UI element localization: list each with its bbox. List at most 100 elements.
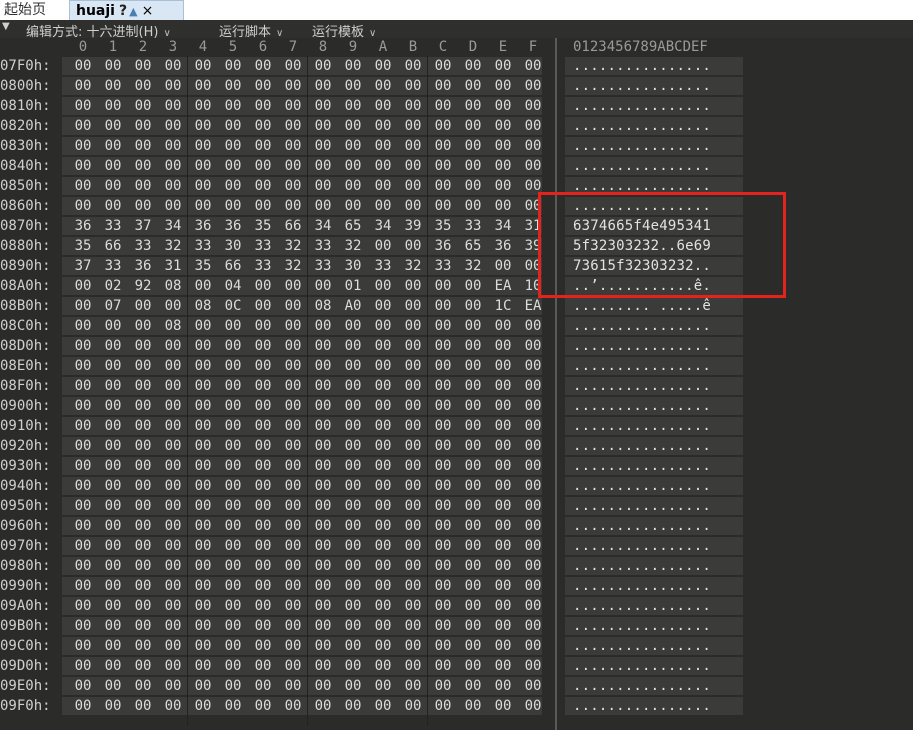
hex-byte-cell[interactable]: 00 bbox=[158, 356, 188, 376]
hex-byte-cell[interactable]: 00 bbox=[98, 536, 128, 556]
hex-byte-cell[interactable]: 00 bbox=[338, 656, 368, 676]
hex-byte-cell[interactable]: 00 bbox=[338, 396, 368, 416]
hex-byte-cell[interactable]: 00 bbox=[248, 176, 278, 196]
hex-byte-cell[interactable]: 35 bbox=[248, 216, 278, 236]
ascii-text[interactable]: ................ bbox=[573, 156, 711, 176]
hex-byte-cell[interactable]: 00 bbox=[98, 176, 128, 196]
hex-byte-cell[interactable]: 00 bbox=[158, 196, 188, 216]
hex-byte-cell[interactable]: 07 bbox=[98, 296, 128, 316]
hex-byte-cell[interactable]: 00 bbox=[248, 616, 278, 636]
hex-byte-cell[interactable]: 00 bbox=[248, 476, 278, 496]
hex-byte-cell[interactable]: 00 bbox=[458, 536, 488, 556]
hex-byte-cell[interactable]: 00 bbox=[428, 376, 458, 396]
hex-byte-cell[interactable]: 00 bbox=[428, 696, 458, 716]
hex-byte-cell[interactable]: 00 bbox=[488, 316, 518, 336]
hex-byte-cell[interactable]: 00 bbox=[428, 56, 458, 76]
hex-byte-cell[interactable]: 00 bbox=[128, 496, 158, 516]
hex-byte-cell[interactable]: 00 bbox=[488, 616, 518, 636]
hex-byte-cell[interactable]: 00 bbox=[98, 456, 128, 476]
hex-byte-cell[interactable]: 00 bbox=[128, 476, 158, 496]
ascii-text[interactable]: ................ bbox=[573, 56, 711, 76]
ascii-text[interactable]: ................ bbox=[573, 616, 711, 636]
hex-byte-cell[interactable]: 00 bbox=[128, 396, 158, 416]
hex-byte-cell[interactable]: 00 bbox=[128, 56, 158, 76]
ascii-text[interactable]: ................ bbox=[573, 356, 711, 376]
hex-byte-cell[interactable]: 37 bbox=[68, 256, 98, 276]
hex-byte-cell[interactable]: 00 bbox=[338, 416, 368, 436]
hex-byte-cell[interactable]: 00 bbox=[428, 476, 458, 496]
hex-byte-cell[interactable]: 00 bbox=[68, 136, 98, 156]
ascii-text[interactable]: ................ bbox=[573, 536, 711, 556]
hex-byte-cell[interactable]: 00 bbox=[398, 336, 428, 356]
hex-byte-cell[interactable]: 00 bbox=[188, 556, 218, 576]
hex-byte-cell[interactable]: 00 bbox=[128, 156, 158, 176]
hex-byte-cell[interactable]: 00 bbox=[218, 336, 248, 356]
hex-byte-cell[interactable]: 00 bbox=[368, 476, 398, 496]
hex-byte-cell[interactable]: 00 bbox=[458, 556, 488, 576]
hex-byte-cell[interactable]: 00 bbox=[428, 276, 458, 296]
hex-byte-cell[interactable]: 00 bbox=[398, 196, 428, 216]
hex-byte-cell[interactable]: 00 bbox=[398, 456, 428, 476]
hex-byte-cell[interactable]: 00 bbox=[248, 556, 278, 576]
hex-byte-cell[interactable]: 00 bbox=[188, 496, 218, 516]
hex-byte-cell[interactable]: 00 bbox=[278, 296, 308, 316]
hex-byte-cell[interactable]: 00 bbox=[218, 116, 248, 136]
hex-byte-cell[interactable]: 00 bbox=[368, 96, 398, 116]
hex-byte-cell[interactable]: 00 bbox=[458, 476, 488, 496]
hex-byte-cell[interactable]: 00 bbox=[68, 656, 98, 676]
hex-byte-cell[interactable]: 00 bbox=[128, 456, 158, 476]
hex-byte-cell[interactable]: 00 bbox=[488, 396, 518, 416]
hex-byte-cell[interactable]: 00 bbox=[368, 676, 398, 696]
hex-byte-cell[interactable]: 00 bbox=[338, 116, 368, 136]
hex-byte-cell[interactable]: 66 bbox=[218, 256, 248, 276]
hex-byte-cell[interactable]: 00 bbox=[218, 556, 248, 576]
hex-byte-cell[interactable]: 00 bbox=[278, 476, 308, 496]
hex-byte-cell[interactable]: 00 bbox=[368, 656, 398, 676]
hex-byte-cell[interactable]: 00 bbox=[308, 436, 338, 456]
hex-byte-cell[interactable]: 00 bbox=[128, 596, 158, 616]
hex-byte-cell[interactable]: 00 bbox=[278, 436, 308, 456]
ascii-text[interactable]: ................ bbox=[573, 136, 711, 156]
hex-byte-cell[interactable]: 00 bbox=[308, 196, 338, 216]
hex-byte-cell[interactable]: 00 bbox=[158, 296, 188, 316]
hex-byte-cell[interactable]: 00 bbox=[158, 416, 188, 436]
hex-byte-cell[interactable]: 00 bbox=[398, 696, 428, 716]
hex-byte-cell[interactable]: 00 bbox=[218, 636, 248, 656]
hex-byte-cell[interactable]: 00 bbox=[308, 456, 338, 476]
hex-byte-cell[interactable]: 00 bbox=[368, 396, 398, 416]
hex-byte-cell[interactable]: 00 bbox=[278, 536, 308, 556]
hex-byte-cell[interactable]: 00 bbox=[248, 336, 278, 356]
hex-byte-cell[interactable]: 00 bbox=[188, 356, 218, 376]
hex-byte-cell[interactable]: 00 bbox=[398, 236, 428, 256]
hex-byte-cell[interactable]: 00 bbox=[248, 656, 278, 676]
hex-byte-cell[interactable]: 00 bbox=[278, 276, 308, 296]
hex-byte-cell[interactable]: 00 bbox=[398, 296, 428, 316]
hex-byte-cell[interactable]: 00 bbox=[428, 656, 458, 676]
hex-byte-cell[interactable]: 00 bbox=[428, 96, 458, 116]
hex-byte-cell[interactable]: 00 bbox=[68, 596, 98, 616]
hex-byte-cell[interactable]: 00 bbox=[188, 656, 218, 676]
hex-byte-cell[interactable]: 00 bbox=[518, 376, 548, 396]
hex-byte-cell[interactable]: 00 bbox=[128, 516, 158, 536]
hex-byte-cell[interactable]: 00 bbox=[518, 576, 548, 596]
hex-byte-cell[interactable]: 08 bbox=[158, 316, 188, 336]
hex-byte-cell[interactable]: 36 bbox=[188, 216, 218, 236]
collapse-icon[interactable]: ▼ bbox=[2, 21, 10, 32]
hex-byte-cell[interactable]: 00 bbox=[308, 536, 338, 556]
hex-byte-cell[interactable]: 33 bbox=[98, 256, 128, 276]
hex-byte-cell[interactable]: 00 bbox=[368, 576, 398, 596]
hex-byte-cell[interactable]: 00 bbox=[98, 676, 128, 696]
hex-byte-cell[interactable]: 00 bbox=[98, 96, 128, 116]
hex-byte-cell[interactable]: 00 bbox=[248, 436, 278, 456]
hex-byte-cell[interactable]: 00 bbox=[518, 556, 548, 576]
hex-byte-cell[interactable]: 00 bbox=[188, 136, 218, 156]
hex-byte-cell[interactable]: 1C bbox=[488, 296, 518, 316]
hex-byte-cell[interactable]: 00 bbox=[158, 56, 188, 76]
ascii-text[interactable]: ................ bbox=[573, 656, 711, 676]
hex-byte-cell[interactable]: 00 bbox=[488, 196, 518, 216]
hex-byte-cell[interactable]: 00 bbox=[368, 136, 398, 156]
hex-byte-cell[interactable]: 00 bbox=[158, 116, 188, 136]
hex-byte-cell[interactable]: 00 bbox=[488, 596, 518, 616]
hex-byte-cell[interactable]: 30 bbox=[218, 236, 248, 256]
hex-byte-cell[interactable]: 00 bbox=[188, 456, 218, 476]
